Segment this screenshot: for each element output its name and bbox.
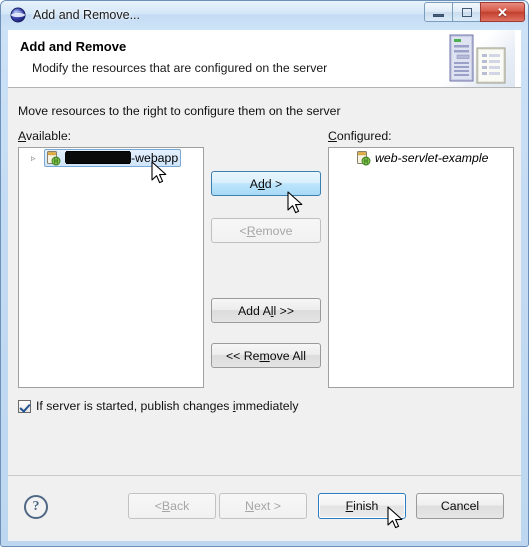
web-module-icon (355, 150, 371, 166)
maximize-icon (461, 7, 472, 17)
remove-button-accel: R (246, 223, 256, 238)
instruction-text: Move resources to the right to configure… (18, 104, 341, 118)
available-label: Available: (18, 129, 71, 143)
add-all-button[interactable]: Add All >> (211, 298, 321, 323)
page-title: Add and Remove (20, 39, 127, 54)
list-item[interactable]: ▹ -webapp (19, 148, 203, 168)
finish-button[interactable]: Finish (318, 493, 406, 519)
tree-indent-spacer: ▹ (341, 154, 354, 163)
page-subtitle: Modify the resources that are configured… (32, 61, 328, 75)
title-bar[interactable]: Add and Remove... ✕ (1, 1, 528, 29)
publish-label-before: If server is started, publish changes (36, 399, 233, 413)
back-button-post: ack (170, 499, 190, 513)
eclipse-sphere-icon (10, 7, 26, 23)
publish-immediately-row[interactable]: If server is started, publish changes im… (18, 399, 298, 413)
next-button-accel: N (245, 499, 254, 513)
back-button-accel: B (161, 499, 171, 513)
add-all-button-post: l >> (273, 303, 295, 318)
dialog-footer: ? < Back Next > Finish Cancel (8, 475, 521, 541)
available-label-accel: A (18, 129, 26, 143)
finish-button-post: inish (353, 499, 379, 513)
tree-node[interactable]: web-servlet-example (354, 149, 491, 167)
available-list[interactable]: ▹ -webapp (18, 147, 204, 388)
dialog-header: Add and Remove Modify the resources that… (8, 30, 521, 88)
configured-label-accel: C (328, 129, 337, 143)
add-button[interactable]: Add > (211, 171, 321, 196)
close-icon: ✕ (497, 4, 508, 20)
minimize-button[interactable] (424, 2, 453, 22)
add-button-pre: A (249, 176, 258, 191)
add-button-accel: d (257, 176, 265, 191)
remove-all-button-accel: m (259, 348, 270, 363)
configured-list[interactable]: ▹ web-servlet-example (328, 147, 514, 388)
finish-button-accel: F (345, 499, 354, 513)
server-and-document-icon (441, 30, 515, 87)
next-button[interactable]: Next > (219, 493, 307, 519)
remove-all-button[interactable]: << Re m ove All (211, 343, 321, 368)
web-module-icon (45, 150, 61, 166)
add-all-button-pre: Add A (237, 303, 271, 318)
chevron-right-icon[interactable]: ▹ (31, 153, 44, 163)
help-button[interactable]: ? (24, 495, 48, 519)
remove-all-button-post: ove All (269, 348, 306, 363)
tree-node-selected[interactable]: -webapp (44, 149, 182, 167)
publish-immediately-label: If server is started, publish changes im… (36, 399, 298, 413)
cancel-button-post: Cancel (440, 499, 480, 513)
close-button[interactable]: ✕ (480, 2, 525, 22)
cancel-button[interactable]: Cancel (416, 493, 504, 519)
back-button[interactable]: < Back (128, 493, 216, 519)
configured-label: Configured: (328, 129, 392, 143)
redacted-text-block (65, 152, 131, 163)
available-label-rest: vailable: (25, 129, 72, 143)
remove-button[interactable]: < Remove (211, 218, 321, 243)
next-button-post: ext > (253, 499, 281, 513)
remove-button-post: emove (255, 223, 293, 238)
publish-label-after: mmediately (235, 399, 299, 413)
question-mark-icon: ? (32, 499, 40, 514)
remove-button-pre: < (239, 223, 247, 238)
back-button-pre: < (154, 499, 162, 513)
window-title: Add and Remove... (33, 8, 141, 22)
dialog-body: Move resources to the right to configure… (8, 88, 521, 480)
dialog-window: Add and Remove... ✕ Add and Remove Modif… (0, 0, 529, 547)
list-item-label: -webapp (65, 151, 178, 165)
list-item-label-suffix: -webapp (131, 151, 179, 165)
publish-immediately-checkbox[interactable] (18, 399, 31, 413)
list-item[interactable]: ▹ web-servlet-example (329, 148, 513, 168)
add-button-post: d > (264, 176, 283, 191)
list-item-label: web-servlet-example (375, 151, 489, 165)
maximize-button[interactable] (452, 2, 481, 22)
remove-all-button-pre: << Re (226, 348, 260, 363)
window-controls: ✕ (424, 2, 525, 23)
minimize-icon (433, 14, 444, 17)
configured-label-rest: onfigured: (336, 129, 392, 143)
